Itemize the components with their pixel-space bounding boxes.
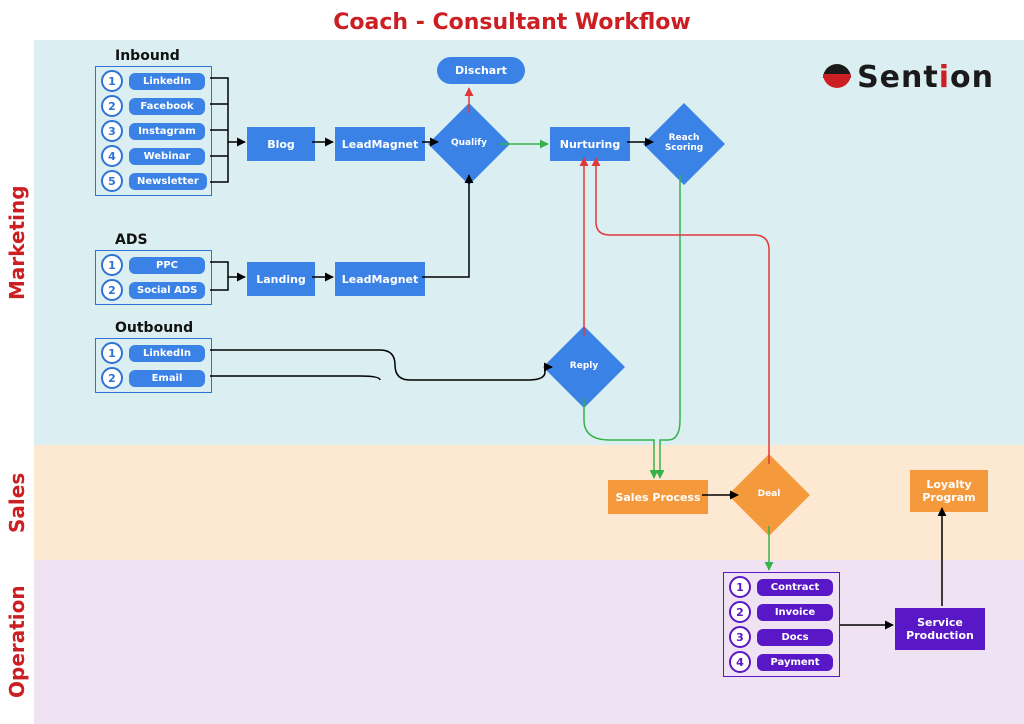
brand-logo: Sention [823, 60, 994, 95]
node-leadmagnet2: LeadMagnet [335, 262, 425, 296]
node-reply: Reply [555, 338, 613, 396]
diagram-title: Coach - Consultant Workflow [0, 10, 1024, 35]
node-leadmagnet1: LeadMagnet [335, 127, 425, 161]
lane-sales [34, 445, 1024, 560]
list-item: 4Payment [729, 651, 834, 673]
lane-operation [34, 560, 1024, 724]
node-blog: Blog [247, 127, 315, 161]
group-outbound-title: Outbound [115, 320, 193, 336]
lane-sales-label: Sales [0, 445, 34, 560]
list-item: 1LinkedIn [101, 342, 206, 364]
list-item: 3Instagram [101, 120, 206, 142]
group-inbound: 1LinkedIn 2Facebook 3Instagram 4Webinar … [95, 66, 212, 196]
node-serviceprod: Service Production [895, 608, 985, 650]
list-item: 5Newsletter [101, 170, 206, 192]
node-loyalty: Loyalty Program [910, 470, 988, 512]
node-salesprocess: Sales Process [608, 480, 708, 514]
lane-marketing-label: Marketing [0, 40, 34, 445]
list-item: 1LinkedIn [101, 70, 206, 92]
group-outbound: 1LinkedIn 2Email [95, 338, 212, 393]
group-inbound-title: Inbound [115, 48, 180, 64]
list-item: 2Invoice [729, 601, 834, 623]
node-reachscoring: Reach Scoring [655, 115, 713, 173]
node-dischart: Dischart [437, 57, 525, 84]
group-ads: 1PPC 2Social ADS [95, 250, 212, 305]
list-item: 1Contract [729, 576, 834, 598]
group-ops: 1Contract 2Invoice 3Docs 4Payment [723, 572, 840, 677]
node-deal: Deal [740, 466, 798, 524]
list-item: 1PPC [101, 254, 206, 276]
node-landing: Landing [247, 262, 315, 296]
node-qualify: Qualify [440, 115, 498, 173]
list-item: 2Facebook [101, 95, 206, 117]
node-nurturing: Nurturing [550, 127, 630, 161]
list-item: 4Webinar [101, 145, 206, 167]
list-item: 2Social ADS [101, 279, 206, 301]
list-item: 3Docs [729, 626, 834, 648]
lane-operation-label: Operation [0, 560, 34, 724]
list-item: 2Email [101, 367, 206, 389]
group-ads-title: ADS [115, 232, 148, 248]
